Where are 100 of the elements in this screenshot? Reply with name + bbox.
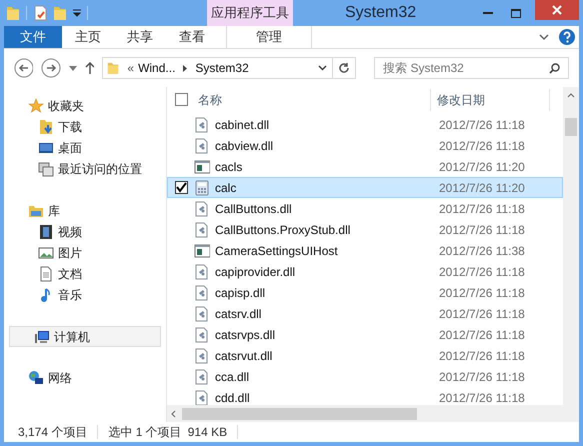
windows-stack-icon — [38, 160, 54, 176]
modified-date: 2012/7/26 11:18 — [439, 222, 525, 238]
computer-icon — [34, 328, 50, 344]
row-checkbox[interactable] — [175, 181, 188, 194]
select-all-checkbox[interactable] — [175, 93, 188, 106]
minimize-icon[interactable] — [483, 12, 493, 14]
dll-file-icon — [194, 222, 210, 238]
modified-date: 2012/7/26 11:18 — [439, 326, 525, 344]
forward-icon[interactable] — [41, 58, 61, 78]
selection-count: 选中 1 个项目 — [108, 424, 182, 441]
file-row[interactable]: catsrvut.dll 2012/7/26 11:18 — [167, 345, 563, 366]
scrollbar-thumb[interactable] — [565, 118, 577, 136]
program-window-icon — [194, 242, 210, 258]
file-row[interactable]: calc 2012/7/26 11:20 — [167, 177, 563, 198]
modified-date: 2012/7/26 11:20 — [439, 180, 525, 196]
refresh-button[interactable] — [332, 57, 356, 79]
maximize-icon[interactable] — [511, 8, 521, 18]
help-icon[interactable] — [559, 29, 575, 45]
breadcrumb[interactable]: System32 — [195, 59, 249, 77]
overflow-chevron[interactable]: « — [127, 59, 134, 77]
dropdown-icon[interactable] — [68, 66, 77, 70]
modified-date: 2012/7/26 11:18 — [439, 116, 525, 134]
file-name: CallButtons.ProxyStub.dll — [215, 222, 352, 238]
column-header[interactable]: 名称 — [198, 90, 430, 108]
download-folder-icon — [38, 118, 54, 134]
file-name: catsrvps.dll — [215, 326, 276, 344]
properties-icon[interactable] — [33, 5, 47, 21]
scrollbar-thumb[interactable] — [182, 408, 417, 420]
file-row[interactable]: CallButtons.ProxyStub.dll 2012/7/26 11:18 — [167, 219, 563, 240]
modified-date: 2012/7/26 11:18 — [439, 264, 525, 280]
ribbon-tab[interactable]: 主页 — [62, 26, 114, 48]
document-icon — [38, 266, 54, 282]
modified-date: 2012/7/26 11:18 — [439, 138, 525, 154]
file-name: cca.dll — [215, 368, 250, 386]
file-name: CameraSettingsUIHost — [215, 242, 339, 260]
file-row[interactable]: CameraSettingsUIHost 2012/7/26 11:38 — [167, 240, 563, 261]
file-name: cabview.dll — [215, 138, 274, 154]
file-row[interactable]: cabview.dll 2012/7/26 11:18 — [167, 135, 563, 156]
sidebar-item[interactable]: 音乐 — [4, 284, 166, 305]
ribbon-tab[interactable]: 文件 — [4, 26, 62, 48]
refresh-icon — [338, 62, 350, 74]
back-icon[interactable] — [14, 58, 34, 78]
ribbon-tab[interactable]: 查看 — [166, 26, 218, 48]
dropdown-icon[interactable] — [73, 9, 81, 17]
dll-file-icon — [194, 200, 210, 216]
modified-date: 2012/7/26 11:18 — [439, 368, 525, 386]
chevron-icon[interactable] — [539, 34, 549, 40]
ribbon-tab[interactable]: 管理 — [226, 26, 312, 48]
file-row[interactable]: catsrv.dll 2012/7/26 11:18 — [167, 303, 563, 324]
sidebar-item[interactable]: 视频 — [4, 221, 166, 242]
address-bar[interactable]: « Wind... System32 — [102, 57, 333, 79]
program-window-icon — [194, 158, 210, 174]
file-row[interactable]: cabinet.dll 2012/7/26 11:18 — [167, 114, 563, 135]
sidebar-item[interactable]: 收藏夹 — [4, 95, 166, 116]
ribbon-tab[interactable]: 共享 — [114, 26, 166, 48]
modified-date: 2012/7/26 11:18 — [439, 390, 525, 405]
sidebar-item[interactable]: 网络 — [4, 367, 166, 388]
file-row[interactable]: cca.dll 2012/7/26 11:18 — [167, 366, 563, 387]
modified-date: 2012/7/26 11:18 — [439, 348, 525, 364]
close-icon — [552, 5, 562, 15]
sidebar-item[interactable]: 图片 — [4, 242, 166, 263]
globe-monitor-icon — [28, 370, 44, 386]
dropdown-icon[interactable] — [318, 65, 327, 71]
file-row[interactable]: capiprovider.dll 2012/7/26 11:18 — [167, 261, 563, 282]
file-name: capiprovider.dll — [215, 264, 296, 280]
dll-file-icon — [194, 138, 210, 154]
selection-size: 914 KB — [188, 424, 228, 441]
file-name: calc — [215, 180, 238, 196]
sidebar-item[interactable]: 下载 — [4, 116, 166, 137]
horizontal-scrollbar[interactable] — [167, 405, 579, 422]
sidebar-item[interactable]: 文档 — [4, 263, 166, 284]
calculator-icon — [194, 180, 210, 196]
film-icon — [38, 224, 54, 240]
file-row[interactable]: CallButtons.dll 2012/7/26 11:18 — [167, 198, 563, 219]
file-name: capisp.dll — [215, 284, 266, 302]
close-button[interactable] — [535, 0, 579, 20]
vertical-scrollbar[interactable] — [563, 87, 579, 405]
breadcrumb[interactable]: Wind... — [138, 59, 176, 77]
separator-icon[interactable] — [183, 64, 188, 72]
file-name: cabinet.dll — [215, 116, 270, 134]
sidebar-item[interactable]: 最近访问的位置 — [4, 158, 166, 179]
search-field[interactable]: 搜索 System32 — [383, 59, 550, 77]
sidebar-item[interactable]: 库 — [4, 200, 166, 221]
scroll-left-icon[interactable] — [171, 410, 176, 418]
file-row[interactable]: capisp.dll 2012/7/26 11:18 — [167, 282, 563, 303]
search-box[interactable]: 搜索 System32 — [374, 57, 570, 79]
dll-file-icon — [194, 326, 210, 342]
file-name: cacls — [215, 158, 244, 176]
file-row[interactable]: cdd.dll 2012/7/26 11:18 — [167, 387, 563, 405]
scroll-up-icon[interactable] — [567, 93, 575, 98]
file-row[interactable]: catsrvps.dll 2012/7/26 11:18 — [167, 324, 563, 345]
sidebar-item[interactable]: 计算机 — [9, 326, 161, 347]
dll-file-icon — [194, 284, 210, 300]
modified-date: 2012/7/26 11:18 — [439, 306, 525, 322]
folder-icon — [107, 61, 120, 75]
up-icon[interactable] — [84, 62, 94, 74]
sidebar-item[interactable]: 桌面 — [4, 137, 166, 158]
file-row[interactable]: cacls 2012/7/26 11:20 — [167, 156, 563, 177]
dll-file-icon — [194, 116, 210, 132]
column-header[interactable]: 修改日期 — [437, 90, 549, 108]
